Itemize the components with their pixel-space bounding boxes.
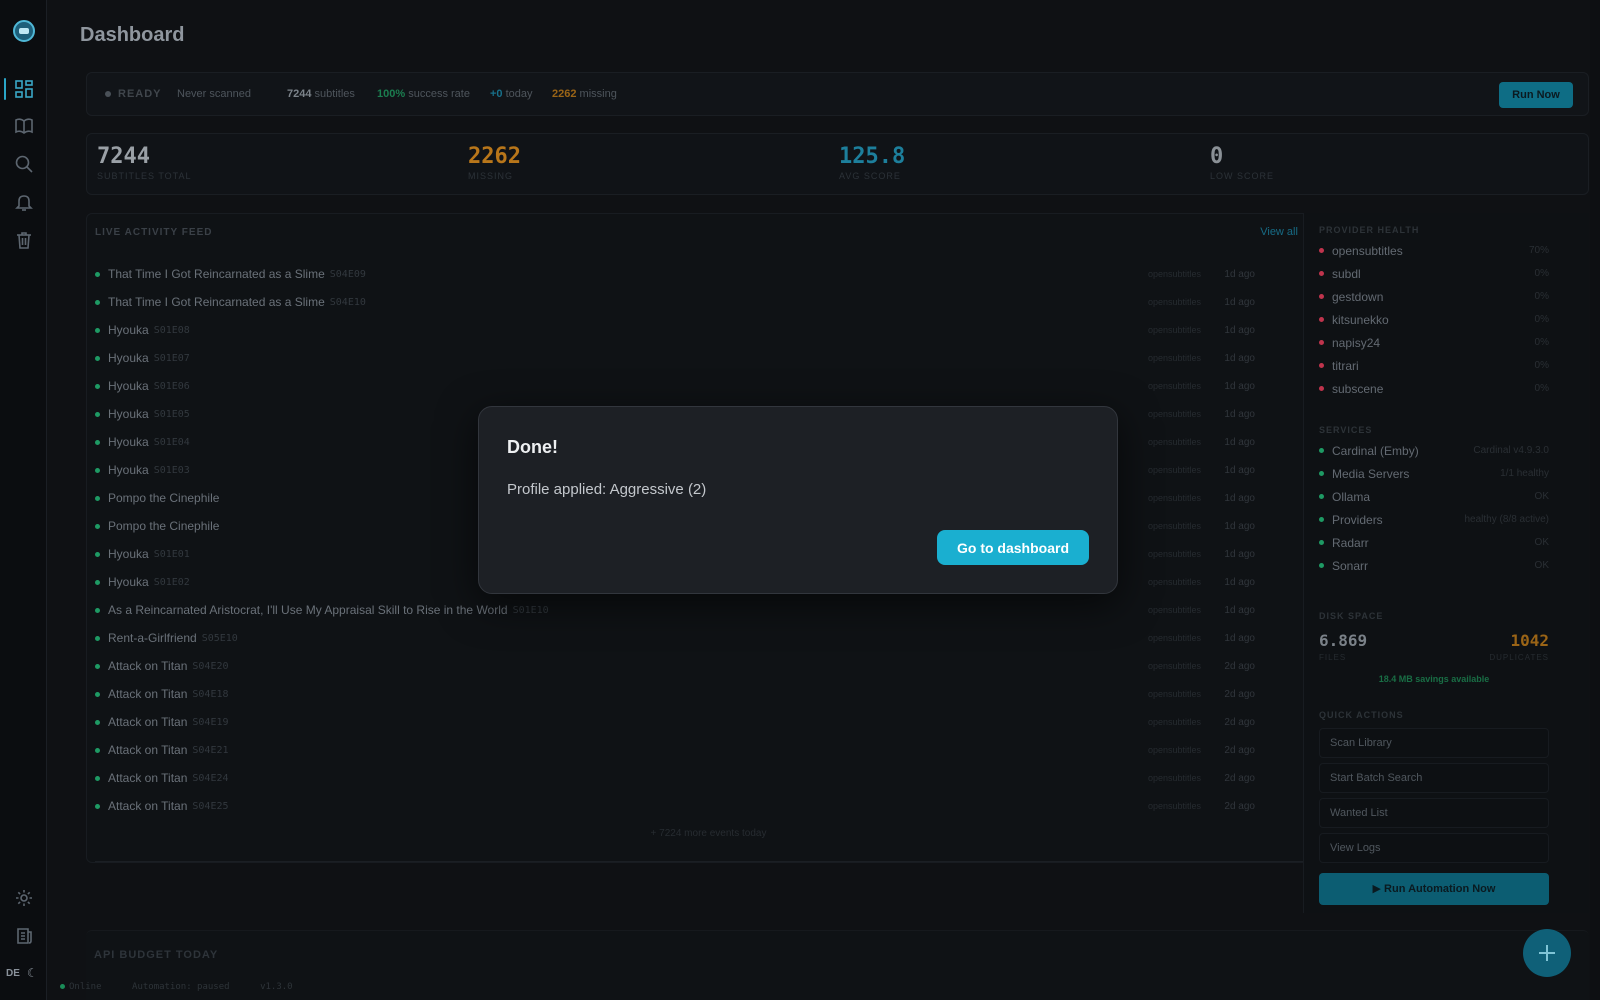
done-dialog: Done! Profile applied: Aggressive (2) Go… [478, 406, 1118, 594]
dialog-title: Done! [507, 437, 558, 457]
go-to-dashboard-button[interactable]: Go to dashboard [937, 530, 1089, 565]
dialog-message: Profile applied: Aggressive (2) [507, 481, 707, 498]
